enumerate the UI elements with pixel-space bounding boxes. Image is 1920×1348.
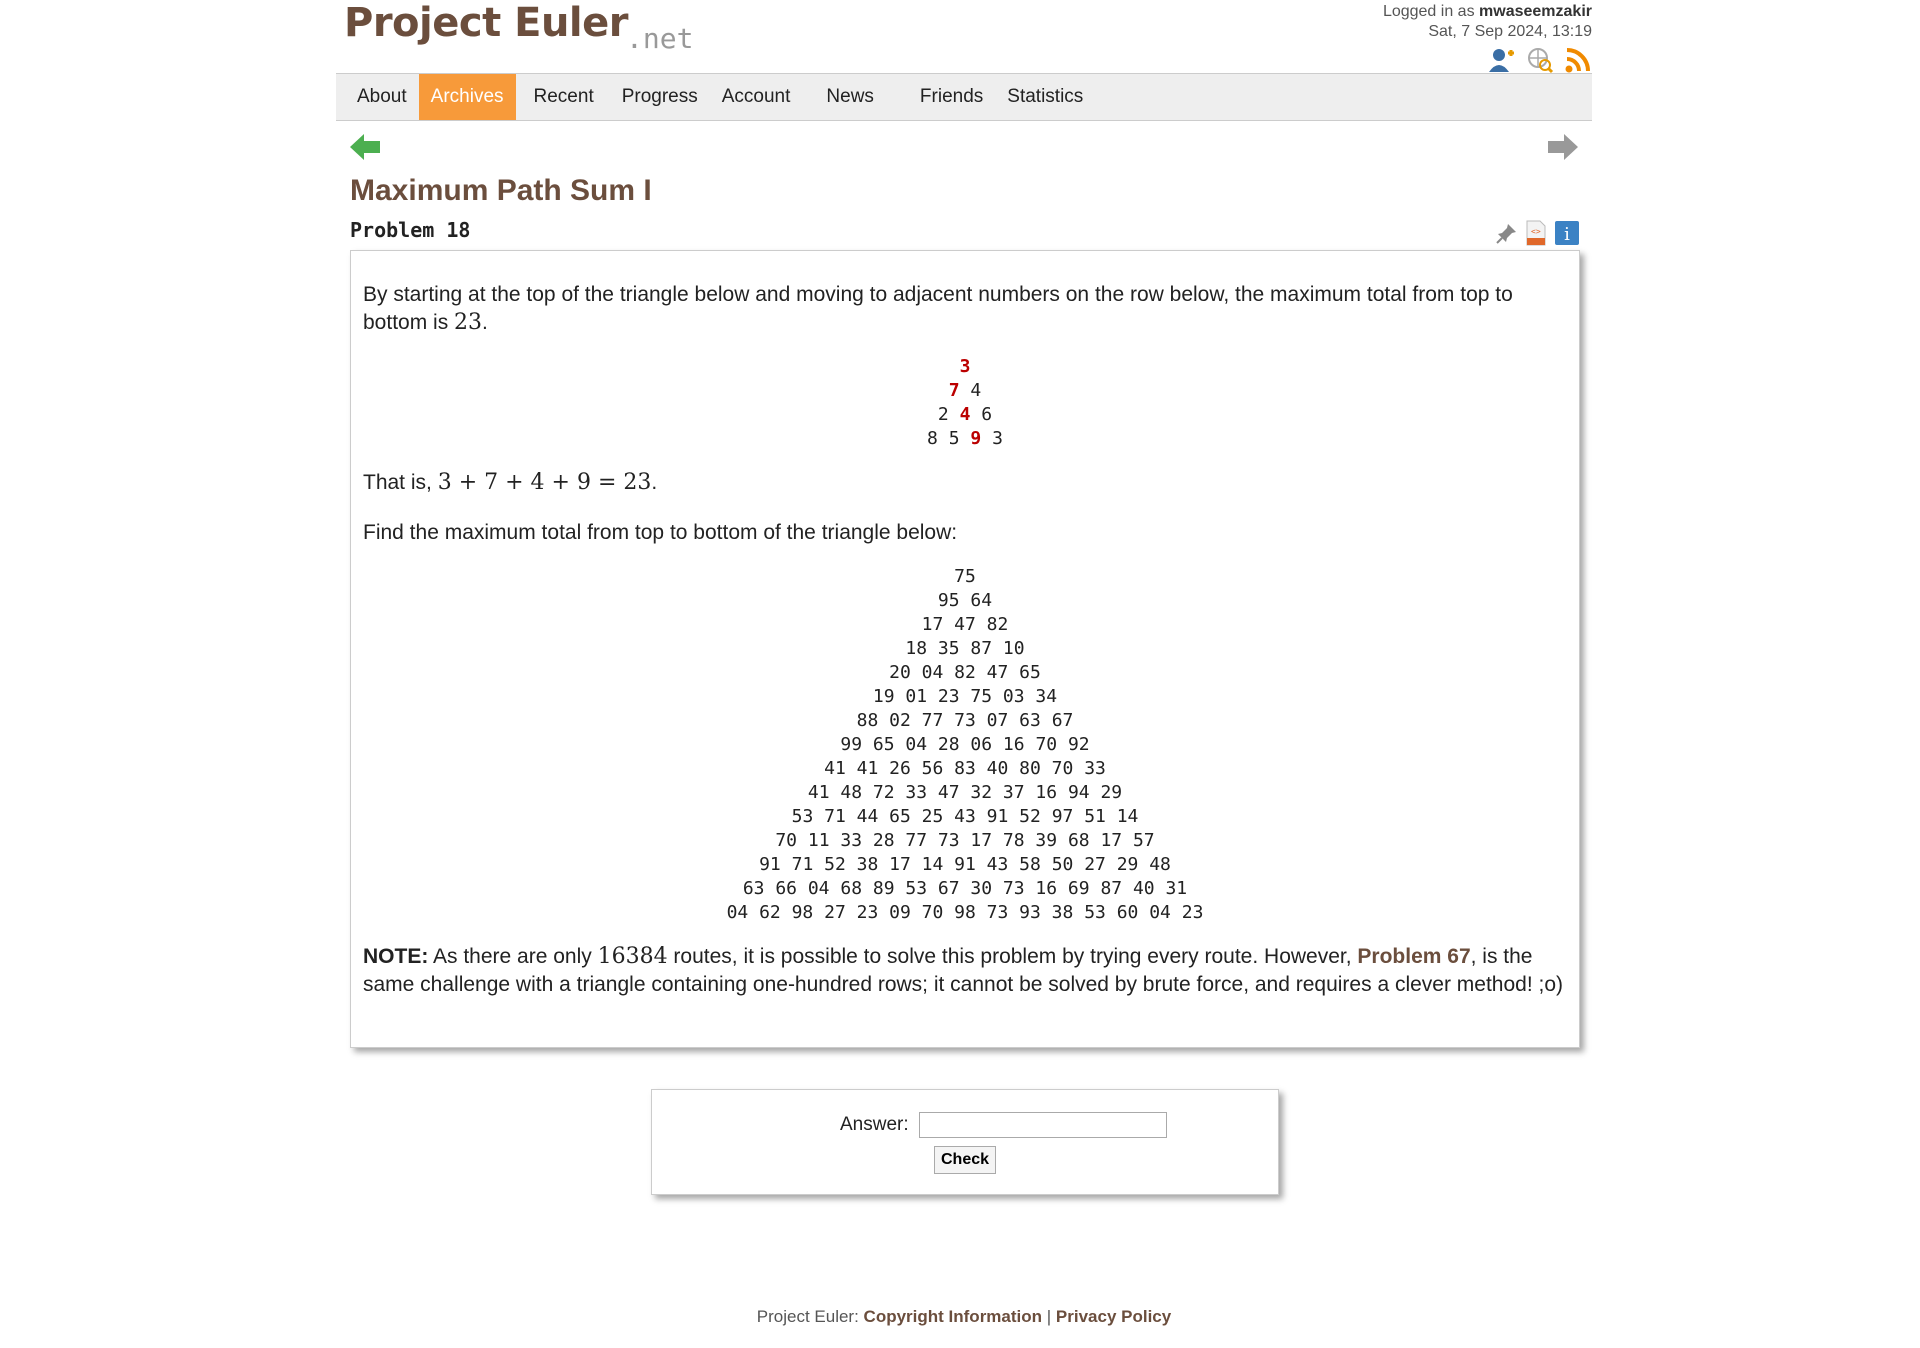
problem-67-link[interactable]: Problem 67 bbox=[1357, 945, 1470, 968]
datetime: Sat, 7 Sep 2024, 13:19 bbox=[1428, 23, 1592, 40]
example-triangle-row: 3 bbox=[363, 355, 1567, 379]
add-friend-icon[interactable] bbox=[1488, 46, 1516, 74]
example-explanation: That is, 3 + 7 + 4 + 9 = 23. bbox=[363, 470, 658, 495]
problem-triangle-row: 41 41 26 56 83 40 80 70 33 bbox=[824, 758, 1106, 779]
check-button[interactable]: Check bbox=[934, 1146, 997, 1174]
footer-separator: | bbox=[1046, 1307, 1052, 1326]
triangle-number: 4 bbox=[959, 404, 971, 425]
problem-triangle-row: 04 62 98 27 23 09 70 98 73 93 38 53 60 0… bbox=[726, 902, 1204, 923]
triangle-number: 9 bbox=[970, 428, 982, 449]
answer-form: Answer: Check bbox=[651, 1089, 1279, 1195]
footer: Project Euler: Copyright Information | P… bbox=[336, 1307, 1592, 1327]
next-problem-icon[interactable] bbox=[1546, 132, 1580, 162]
problem-triangle-row: 41 48 72 33 47 32 37 16 94 29 bbox=[807, 782, 1123, 803]
html-file-icon[interactable]: <> bbox=[1524, 220, 1548, 246]
nav-statistics[interactable]: Statistics bbox=[995, 74, 1095, 120]
page-title: Maximum Path Sum I bbox=[350, 174, 652, 207]
task-text: Find the maximum total from top to botto… bbox=[363, 521, 958, 544]
nav-recent[interactable]: Recent bbox=[522, 74, 606, 120]
user-icons bbox=[1488, 46, 1592, 74]
problem-triangle-row: 95 64 bbox=[937, 590, 993, 611]
triangle-number: 3 bbox=[959, 356, 971, 377]
privacy-link[interactable]: Privacy Policy bbox=[1056, 1307, 1171, 1326]
nav-account[interactable]: Account bbox=[710, 74, 803, 120]
globe-search-icon[interactable] bbox=[1526, 46, 1554, 74]
triangle-number: 2 bbox=[937, 404, 949, 425]
svg-text:i: i bbox=[1564, 224, 1570, 245]
logo-suffix: .net bbox=[626, 22, 694, 55]
problem-triangle-row: 20 04 82 47 65 bbox=[889, 662, 1041, 683]
triangle-number: 3 bbox=[992, 428, 1003, 449]
site-logo[interactable]: Project Euler.net bbox=[344, 0, 693, 55]
problem-triangle-row: 18 35 87 10 bbox=[905, 638, 1025, 659]
problem-triangle-row: 88 02 77 73 07 63 67 bbox=[856, 710, 1074, 731]
example-triangle-row: 2 4 6 bbox=[363, 403, 1567, 427]
problem-tools: <> i bbox=[1496, 220, 1580, 246]
nav-progress[interactable]: Progress bbox=[610, 74, 710, 120]
logo-main-text: Project Euler bbox=[344, 0, 629, 46]
problem-triangle: 75 95 64 17 47 82 18 35 87 10 20 04 82 47 65… bbox=[363, 565, 1567, 925]
triangle-number: 6 bbox=[981, 404, 993, 425]
triangle-number: 7 bbox=[948, 380, 960, 401]
problem-triangle-row: 70 11 33 28 77 73 17 78 39 68 17 57 bbox=[775, 830, 1155, 851]
example-triangle: 37 42 4 68 5 9 3 bbox=[363, 355, 1567, 451]
problem-triangle-row: 17 47 82 bbox=[921, 614, 1009, 635]
triangle-number: 5 bbox=[948, 428, 960, 449]
rss-feed-icon[interactable] bbox=[1564, 46, 1592, 74]
info-icon[interactable]: i bbox=[1554, 220, 1580, 246]
answer-label: Answer: bbox=[840, 1114, 909, 1135]
user-info: Logged in as mwaseemzakir Sat, 7 Sep 202… bbox=[1383, 2, 1592, 42]
pin-icon[interactable] bbox=[1496, 222, 1518, 244]
example-triangle-row: 7 4 bbox=[363, 379, 1567, 403]
problem-triangle-row: 63 66 04 68 89 53 67 30 73 16 69 87 40 3… bbox=[742, 878, 1188, 899]
problem-triangle-row: 91 71 52 38 17 14 91 43 58 50 27 29 48 bbox=[759, 854, 1171, 875]
copyright-link[interactable]: Copyright Information bbox=[864, 1307, 1042, 1326]
triangle-number: 4 bbox=[970, 380, 982, 401]
problem-triangle-row: 99 65 04 28 06 16 70 92 bbox=[840, 734, 1090, 755]
nav-friends[interactable]: Friends bbox=[908, 74, 995, 120]
nav-about[interactable]: About bbox=[345, 74, 419, 120]
answer-input[interactable] bbox=[918, 1112, 1167, 1138]
problem-content: By starting at the top of the triangle b… bbox=[350, 250, 1580, 1048]
svg-text:<>: <> bbox=[1531, 227, 1541, 236]
nav-news[interactable]: News bbox=[814, 74, 886, 120]
problem-triangle-row: 75 bbox=[954, 566, 976, 587]
problem-triangle-row: 53 71 44 65 25 43 91 52 97 51 14 bbox=[791, 806, 1139, 827]
note-text: NOTE: As there are only 16384 routes, it… bbox=[363, 944, 1564, 996]
triangle-number: 8 bbox=[927, 428, 938, 449]
previous-problem-icon[interactable] bbox=[348, 132, 382, 162]
main-nav: About Archives Recent Progress Account N… bbox=[336, 73, 1592, 121]
logged-in-prefix: Logged in as bbox=[1382, 3, 1475, 20]
footer-prefix: Project Euler: bbox=[756, 1307, 859, 1326]
problem-intro: By starting at the top of the triangle b… bbox=[363, 283, 1513, 335]
username[interactable]: mwaseemzakir bbox=[1479, 3, 1592, 20]
nav-archives[interactable]: Archives bbox=[418, 74, 516, 120]
example-triangle-row: 8 5 9 3 bbox=[363, 427, 1567, 451]
problem-number: Problem 18 bbox=[350, 218, 471, 242]
problem-triangle-row: 19 01 23 75 03 34 bbox=[872, 686, 1058, 707]
